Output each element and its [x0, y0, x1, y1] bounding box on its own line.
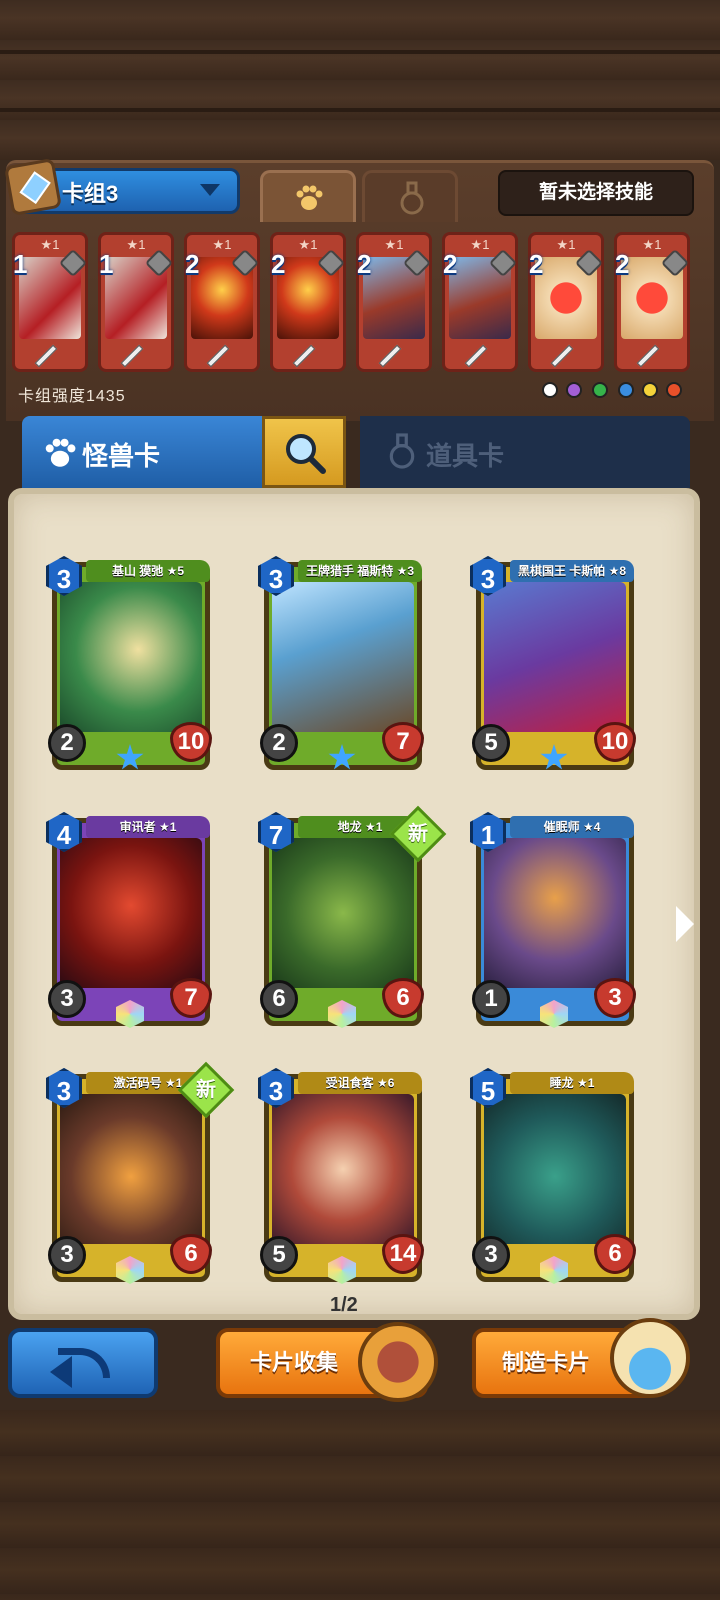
card-art — [60, 1094, 202, 1244]
collection-card[interactable]: 审讯者 ★1 4 3 7 — [46, 812, 216, 1032]
sword-icon — [636, 344, 660, 368]
sword-icon — [34, 344, 58, 368]
card-art — [484, 582, 626, 732]
nature-icon — [592, 382, 608, 398]
collection-card[interactable]: 睡龙 ★1 5 3 6 — [470, 1068, 640, 1288]
sword-icon — [120, 344, 144, 368]
card-collection-label: 卡片收集 — [250, 1350, 339, 1375]
deck-card[interactable]: ★1 2 — [184, 232, 260, 372]
card-art — [484, 1094, 626, 1244]
electric-icon — [642, 382, 658, 398]
collection-card[interactable]: 基山 獏弛 ★5 3 2 10 — [46, 556, 216, 776]
deck-card[interactable]: ★1 1 — [98, 232, 174, 372]
card-cost: 1 — [13, 249, 28, 279]
sword-icon — [550, 344, 574, 368]
page-indicator: 1/2 — [330, 1294, 358, 1316]
back-button[interactable] — [8, 1328, 158, 1398]
back-arrowhead-icon — [50, 1356, 72, 1388]
paw-icon — [296, 185, 323, 210]
card-name: 黑棋国王 卡斯帕 ★8 — [510, 560, 634, 582]
next-page-arrow-icon[interactable] — [676, 906, 694, 942]
card-art — [272, 582, 414, 732]
potion-icon — [400, 181, 424, 215]
card-cost: 2 — [529, 249, 544, 279]
craft-card-label: 制造卡片 — [502, 1350, 591, 1375]
tab-monster-label: 怪兽卡 — [82, 441, 161, 471]
card-attack: 6 — [260, 980, 298, 1018]
fire-icon — [666, 382, 682, 398]
card-pack-icon[interactable] — [358, 1322, 438, 1402]
card-attack: 1 — [472, 980, 510, 1018]
wood-plank-line — [0, 50, 720, 54]
card-attack: 3 — [472, 1236, 510, 1274]
card-art — [60, 582, 202, 732]
void-icon — [566, 382, 582, 398]
card-cost: 1 — [99, 249, 114, 279]
card-name: 睡龙 ★1 — [510, 1072, 634, 1094]
wood-plank-line — [0, 108, 720, 112]
collection-card[interactable]: 王牌猎手 福斯特 ★3 3 2 7 — [258, 556, 428, 776]
deck-book-icon — [4, 158, 62, 216]
search-icon — [286, 434, 326, 474]
card-attack: 5 — [260, 1236, 298, 1274]
sword-icon — [292, 344, 316, 368]
card-name: 基山 獏弛 ★5 — [86, 560, 210, 582]
card-name: 审讯者 ★1 — [86, 816, 210, 838]
card-attack: 2 — [260, 724, 298, 762]
card-cost: 2 — [443, 249, 458, 279]
new-badge-label: 新 — [408, 823, 428, 845]
tab-monster-cards[interactable]: 怪兽卡 — [22, 416, 262, 488]
deck-card[interactable]: ★1 2 — [614, 232, 690, 372]
card-art — [272, 838, 414, 988]
card-cost: 2 — [615, 249, 630, 279]
deck-name: 卡组3 — [62, 181, 119, 206]
chevron-down-icon[interactable] — [200, 184, 220, 196]
new-badge-label: 新 — [196, 1079, 216, 1101]
deck-card[interactable]: ★1 1 — [12, 232, 88, 372]
collection-card[interactable]: 受诅食客 ★6 3 5 14 — [258, 1068, 428, 1288]
sword-icon — [378, 344, 402, 368]
paw-jar-icon[interactable] — [610, 1318, 690, 1398]
neutral-icon — [542, 382, 558, 398]
collection-card[interactable]: 黑棋国王 卡斯帕 ★8 3 5 10 — [470, 556, 640, 776]
card-name: 催眠师 ★4 — [510, 816, 634, 838]
collection-card[interactable]: 催眠师 ★4 1 1 3 — [470, 812, 640, 1032]
card-attack: 3 — [48, 980, 86, 1018]
tab-item-deck[interactable] — [362, 170, 458, 222]
water-icon — [618, 382, 634, 398]
card-cost: 2 — [357, 249, 372, 279]
sword-icon — [464, 344, 488, 368]
card-name: 受诅食客 ★6 — [298, 1072, 422, 1094]
paw-icon — [45, 438, 76, 467]
search-button[interactable] — [262, 416, 346, 488]
potion-icon — [389, 433, 415, 469]
card-cost: 2 — [271, 249, 286, 279]
tab-monster-deck[interactable] — [260, 170, 356, 222]
card-art — [60, 838, 202, 988]
card-attack: 2 — [48, 724, 86, 762]
card-name: 王牌猎手 福斯特 ★3 — [298, 560, 422, 582]
bottom-wood-background — [0, 1410, 720, 1600]
card-art — [484, 838, 626, 988]
card-attack: 3 — [48, 1236, 86, 1274]
deck-power-label: 卡组强度1435 — [18, 388, 126, 405]
skill-select-button[interactable]: 暂未选择技能 — [498, 170, 694, 216]
deck-card[interactable]: ★1 2 — [270, 232, 346, 372]
sword-icon — [206, 344, 230, 368]
card-attack: 5 — [472, 724, 510, 762]
tab-item-cards[interactable]: 道具卡 — [360, 416, 690, 488]
tab-item-label: 道具卡 — [426, 441, 505, 471]
deck-card[interactable]: ★1 2 — [356, 232, 432, 372]
top-wood-background — [0, 0, 720, 160]
deck-card[interactable]: ★1 2 — [442, 232, 518, 372]
deck-card[interactable]: ★1 2 — [528, 232, 604, 372]
card-cost: 2 — [185, 249, 200, 279]
card-art — [272, 1094, 414, 1244]
